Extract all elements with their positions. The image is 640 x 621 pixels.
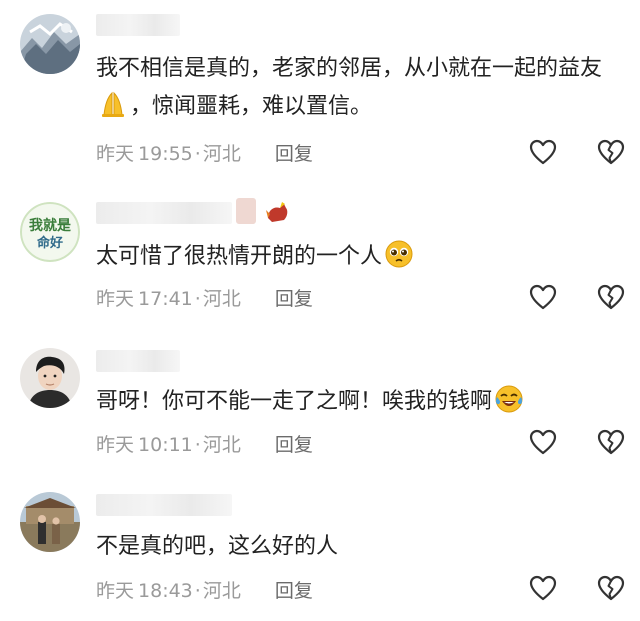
avatar-text-line1: 我就是 [29, 217, 72, 234]
heart-outline-icon [529, 429, 557, 455]
broken-heart-outline-icon [597, 139, 625, 165]
reply-button[interactable]: 回复 [275, 580, 313, 602]
comment-item: 我就是 命好 太可惜了很热情开朗的一个人 昨天 17:41 · 河北 回复 [0, 190, 640, 320]
meta-separator: · [194, 288, 201, 310]
dislike-button[interactable] [596, 137, 626, 167]
comment-text-after: ，惊闻噩耗，难以置信。 [130, 94, 373, 119]
broken-heart-outline-icon [597, 429, 625, 455]
avatar[interactable] [20, 492, 80, 552]
comment-meta: 昨天 19:55 · 河北 回复 [96, 139, 313, 166]
heart-outline-icon [529, 139, 557, 165]
comment-date: 昨天 [96, 288, 135, 310]
comment-date: 昨天 [96, 143, 135, 165]
reply-button[interactable]: 回复 [275, 288, 313, 310]
comment-location: 河北 [202, 434, 241, 456]
comment-date: 昨天 [96, 580, 135, 602]
comment-time: 17:41 [138, 288, 193, 310]
comment-date: 昨天 [96, 434, 135, 456]
comment-text: 哥呀！你可不能一走了之啊！唉我的钱啊 [96, 383, 604, 421]
username-redacted[interactable] [96, 494, 232, 516]
avatar[interactable] [20, 14, 80, 74]
comment-text-before: 太可惜了很热情开朗的一个人 [96, 244, 383, 269]
username-redacted[interactable] [96, 14, 180, 36]
like-button[interactable] [528, 427, 558, 457]
avatar-text-line2: 命好 [36, 235, 63, 251]
meta-separator: · [194, 434, 201, 456]
pleading-face-emoji [384, 239, 414, 269]
comment-text-before: 哥呀！你可不能一走了之啊！唉我的钱啊 [96, 389, 493, 414]
avatar[interactable]: 我就是 命好 [20, 202, 80, 262]
comment-location: 河北 [202, 143, 241, 165]
dislike-button[interactable] [596, 282, 626, 312]
broken-heart-outline-icon [597, 575, 625, 601]
comment-location: 河北 [202, 580, 241, 602]
dislike-button[interactable] [596, 427, 626, 457]
like-button[interactable] [528, 573, 558, 603]
comment-item: 哥呀！你可不能一走了之啊！唉我的钱啊 昨天 10:11 · 河北 回复 [0, 340, 640, 470]
comment-time: 19:55 [138, 143, 193, 165]
meta-separator: · [194, 143, 201, 165]
comment-text: 不是真的吧，这么好的人 [96, 528, 604, 566]
reply-button[interactable]: 回复 [275, 143, 313, 165]
avatar[interactable] [20, 348, 80, 408]
comment-item: 不是真的吧，这么好的人 昨天 18:43 · 河北 回复 [0, 484, 640, 621]
comment-text: 太可惜了很热情开朗的一个人 [96, 238, 604, 276]
username-redacted[interactable] [96, 350, 180, 372]
comment-meta: 昨天 18:43 · 河北 回复 [96, 576, 313, 603]
comment-meta: 昨天 17:41 · 河北 回复 [96, 284, 313, 311]
broken-heart-outline-icon [597, 284, 625, 310]
comment-location: 河北 [202, 288, 241, 310]
username-redacted[interactable] [96, 202, 232, 224]
rooster-badge-icon [262, 196, 292, 226]
like-button[interactable] [528, 137, 558, 167]
meta-separator: · [194, 580, 201, 602]
dislike-button[interactable] [596, 573, 626, 603]
comment-meta: 昨天 10:11 · 河北 回复 [96, 430, 313, 457]
folded-hands-emoji [98, 89, 128, 119]
comment-text: 我不相信是真的，老家的邻居，从小就在一起的益友 ，惊闻噩耗，难以置信。 [96, 50, 604, 126]
tears-of-joy-emoji [494, 384, 524, 414]
username-badge [236, 198, 256, 224]
comment-time: 18:43 [138, 580, 193, 602]
comment-text-before: 我不相信是真的，老家的邻居，从小就在一起的益友 [96, 56, 603, 81]
like-button[interactable] [528, 282, 558, 312]
reply-button[interactable]: 回复 [275, 434, 313, 456]
comment-item: 我不相信是真的，老家的邻居，从小就在一起的益友 ，惊闻噩耗，难以置信。 昨天 19:… [0, 0, 640, 168]
heart-outline-icon [529, 284, 557, 310]
heart-outline-icon [529, 575, 557, 601]
comment-text-before: 不是真的吧，这么好的人 [96, 534, 339, 559]
comment-time: 10:11 [138, 434, 193, 456]
